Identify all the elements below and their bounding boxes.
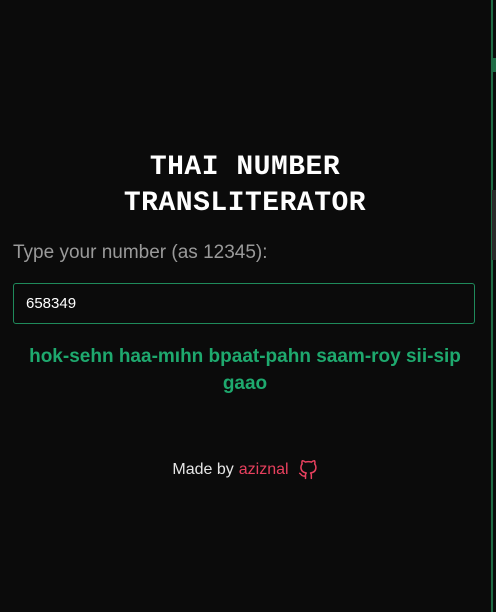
title-line-1: THAI NUMBER: [149, 152, 341, 183]
title-line-2: TRANSLITERATOR: [123, 188, 367, 219]
github-icon[interactable]: [298, 460, 318, 480]
scrollbar-thumb[interactable]: [492, 190, 496, 260]
number-input-label: Type your number (as 12345):: [13, 242, 268, 263]
result-line-2: gaao: [222, 373, 268, 394]
edge-marker: [492, 58, 496, 72]
footer: Made by aziznal: [0, 460, 490, 480]
transliteration-result: hok-sehn haa-mıhn bpaat-pahn saam-roy si…: [0, 343, 490, 397]
number-input[interactable]: [13, 283, 475, 324]
result-line-1: hok-sehn haa-mıhn bpaat-pahn saam-roy si…: [29, 346, 461, 367]
page-title: THAI NUMBER TRANSLITERATOR: [0, 150, 490, 222]
author-link[interactable]: aziznal: [239, 461, 289, 479]
window-edge: [491, 0, 493, 612]
page: THAI NUMBER TRANSLITERATOR Type your num…: [0, 0, 496, 612]
footer-prefix: Made by: [172, 461, 234, 478]
